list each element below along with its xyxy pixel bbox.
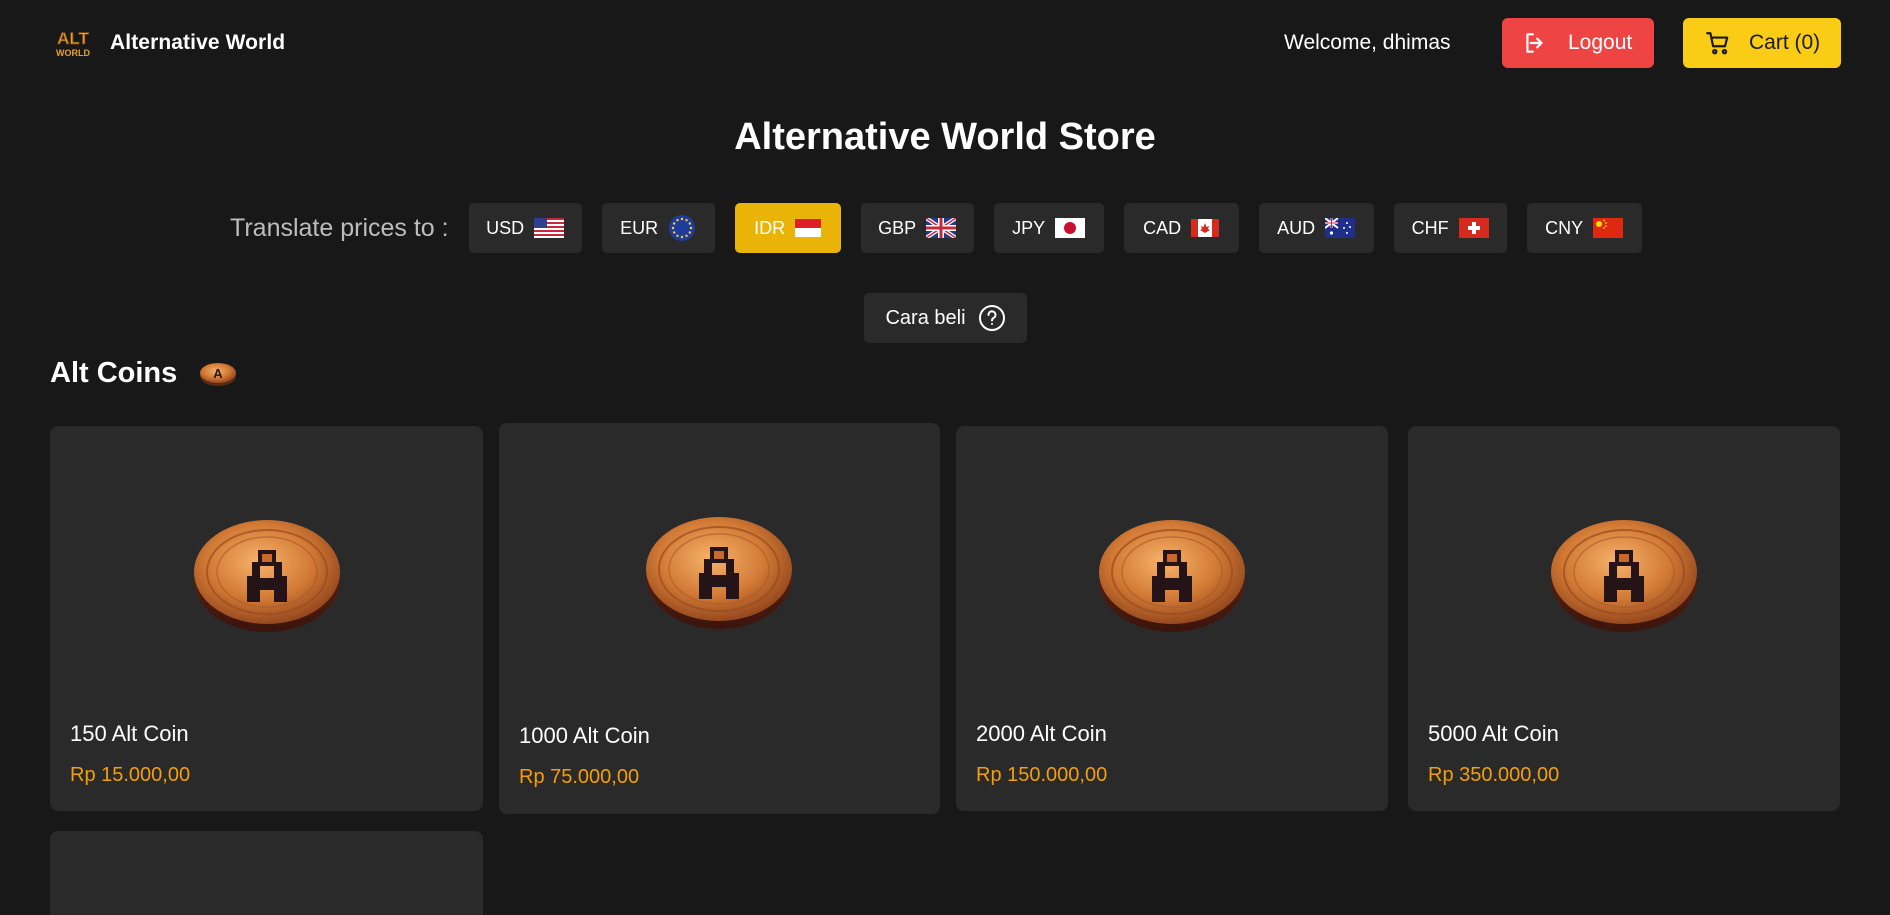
- section-header: Alt Coins A: [50, 357, 237, 390]
- how-to-buy-label: Cara beli: [885, 306, 966, 329]
- logout-button[interactable]: Logout: [1502, 18, 1654, 68]
- currency-code: CHF: [1411, 217, 1449, 238]
- top-navbar: ALT WORLD Alternative World Welcome, dhi…: [0, 0, 1890, 86]
- currency-idr-button[interactable]: IDR: [734, 203, 841, 253]
- svg-text:WORLD: WORLD: [56, 48, 90, 58]
- currency-code: CNY: [1545, 217, 1584, 238]
- currency-chf-button[interactable]: CHF: [1393, 203, 1507, 253]
- currency-code: AUD: [1277, 217, 1316, 238]
- currency-code: IDR: [754, 217, 786, 238]
- currency-cny-button[interactable]: CNY: [1526, 203, 1642, 253]
- currency-code: EUR: [620, 217, 659, 238]
- currency-gbp-button[interactable]: GBP: [860, 203, 974, 253]
- currency-usd-button[interactable]: USD: [468, 203, 582, 253]
- product-price: Rp 350.000,00: [1428, 764, 1560, 786]
- product-name: 5000 Alt Coin: [1428, 721, 1559, 746]
- product-card[interactable]: 1000 Alt Coin Rp 75.000,00: [499, 423, 940, 814]
- coin-icon: A: [200, 362, 237, 386]
- currency-code: CAD: [1143, 217, 1182, 238]
- ch-flag-icon: [1458, 218, 1489, 238]
- product-card[interactable]: 150 Alt Coin Rp 15.000,00: [50, 426, 483, 811]
- how-to-buy-button[interactable]: Cara beli: [864, 293, 1027, 343]
- page-title: Alternative World Store: [734, 116, 1156, 158]
- eu-flag-icon: [669, 215, 696, 241]
- product-price: Rp 75.000,00: [519, 766, 640, 788]
- coin-icon: [1097, 514, 1247, 634]
- logout-label: Logout: [1568, 31, 1633, 54]
- translate-label: Translate prices to :: [230, 213, 449, 242]
- coin-icon: [1549, 514, 1699, 634]
- currency-code: JPY: [1012, 217, 1046, 238]
- product-card[interactable]: [50, 831, 483, 915]
- welcome-text: Welcome, dhimas: [1284, 31, 1451, 54]
- svg-text:A: A: [214, 366, 224, 381]
- product-price: Rp 150.000,00: [976, 764, 1108, 786]
- cart-icon: [1706, 32, 1729, 55]
- jp-flag-icon: [1055, 218, 1086, 238]
- cart-button[interactable]: Cart (0): [1683, 18, 1841, 68]
- au-flag-icon: [1325, 218, 1356, 238]
- section-title: Alt Coins: [50, 357, 178, 389]
- currency-cad-button[interactable]: CAD: [1123, 203, 1239, 253]
- cn-flag-icon: [1593, 218, 1624, 238]
- currency-aud-button[interactable]: AUD: [1258, 203, 1374, 253]
- currency-selector: Translate prices to : USD EUR IDR GBP JP…: [230, 203, 1642, 253]
- product-price: Rp 15.000,00: [70, 764, 191, 786]
- us-flag-icon: [534, 218, 565, 238]
- brand[interactable]: ALT WORLD Alternative World: [52, 26, 285, 60]
- logout-icon: [1526, 33, 1543, 53]
- product-name: 2000 Alt Coin: [976, 721, 1107, 746]
- ca-flag-icon: [1191, 219, 1220, 237]
- cart-label: Cart (0): [1749, 31, 1821, 54]
- product-name: 150 Alt Coin: [70, 721, 189, 746]
- product-name: 1000 Alt Coin: [519, 723, 650, 748]
- currency-eur-button[interactable]: EUR: [601, 203, 715, 253]
- brand-name: Alternative World: [110, 31, 286, 54]
- svg-text:ALT: ALT: [57, 29, 89, 48]
- question-circle-icon: [978, 305, 1005, 331]
- id-flag-icon: [795, 219, 822, 237]
- coin-icon: [644, 511, 794, 631]
- currency-jpy-button[interactable]: JPY: [993, 203, 1104, 253]
- currency-code: USD: [486, 217, 525, 238]
- coin-icon: [192, 514, 342, 634]
- currency-code: GBP: [878, 217, 917, 238]
- alt-world-logo: ALT WORLD: [52, 26, 94, 60]
- uk-flag-icon: [926, 218, 957, 238]
- product-card[interactable]: 5000 Alt Coin Rp 350.000,00: [1408, 426, 1840, 811]
- product-card[interactable]: 2000 Alt Coin Rp 150.000,00: [956, 426, 1388, 811]
